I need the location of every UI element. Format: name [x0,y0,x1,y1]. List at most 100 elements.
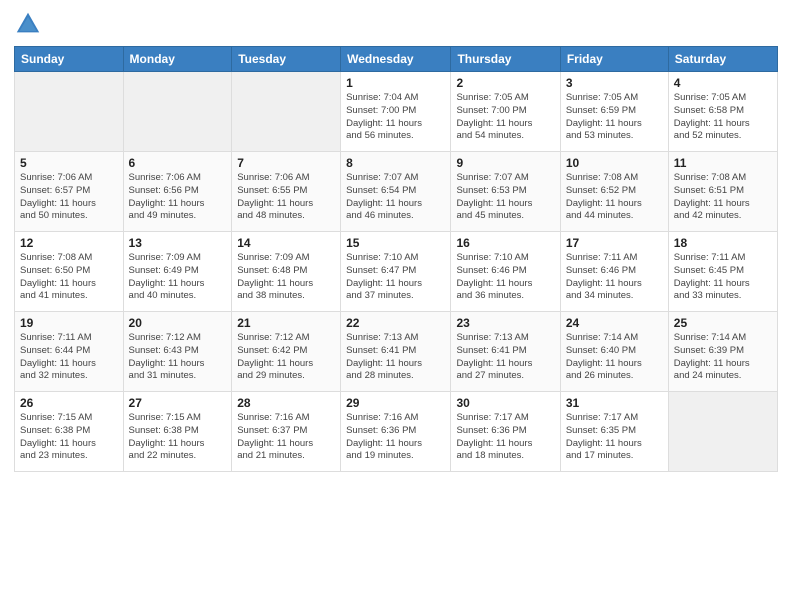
calendar-day-5: 5 Sunrise: 7:06 AMSunset: 6:57 PMDaylight… [15,152,124,232]
calendar-day-9: 9 Sunrise: 7:07 AMSunset: 6:53 PMDaylight… [451,152,560,232]
column-header-friday: Friday [560,47,668,72]
calendar-day-15: 15 Sunrise: 7:10 AMSunset: 6:47 PMDayligh… [341,232,451,312]
day-info: Sunrise: 7:09 AMSunset: 6:48 PMDaylight:… [237,252,335,303]
day-info: Sunrise: 7:08 AMSunset: 6:50 PMDaylight:… [20,252,118,303]
day-info: Sunrise: 7:06 AMSunset: 6:55 PMDaylight:… [237,172,335,223]
calendar-day-24: 24 Sunrise: 7:14 AMSunset: 6:40 PMDayligh… [560,312,668,392]
header-row [14,10,778,38]
calendar-day-26: 26 Sunrise: 7:15 AMSunset: 6:38 PMDayligh… [15,392,124,472]
day-number: 10 [566,156,663,170]
calendar-week-3: 19 Sunrise: 7:11 AMSunset: 6:44 PMDayligh… [15,312,778,392]
day-number: 30 [456,396,554,410]
calendar-day-17: 17 Sunrise: 7:11 AMSunset: 6:46 PMDayligh… [560,232,668,312]
column-header-saturday: Saturday [668,47,777,72]
day-info: Sunrise: 7:11 AMSunset: 6:45 PMDaylight:… [674,252,772,303]
calendar-week-2: 12Sunrise: 7:08 AMSunset: 6:50 PMDayligh… [15,232,778,312]
calendar-day-2: 2 Sunrise: 7:05 AMSunset: 7:00 PMDaylight… [451,72,560,152]
calendar-day-1: 1 Sunrise: 7:04 AMSunset: 7:00 PMDaylight… [341,72,451,152]
calendar-day-12: 12Sunrise: 7:08 AMSunset: 6:50 PMDayligh… [15,232,124,312]
day-info: Sunrise: 7:05 AMSunset: 6:59 PMDaylight:… [566,92,663,143]
column-header-monday: Monday [123,47,232,72]
calendar-day-8: 8 Sunrise: 7:07 AMSunset: 6:54 PMDaylight… [341,152,451,232]
day-info: Sunrise: 7:07 AMSunset: 6:54 PMDaylight:… [346,172,445,223]
day-info: Sunrise: 7:12 AMSunset: 6:42 PMDaylight:… [237,332,335,383]
day-info: Sunrise: 7:10 AMSunset: 6:47 PMDaylight:… [346,252,445,303]
day-info: Sunrise: 7:15 AMSunset: 6:38 PMDaylight:… [20,412,118,463]
day-number: 20 [129,316,227,330]
calendar-day-25: 25 Sunrise: 7:14 AMSunset: 6:39 PMDayligh… [668,312,777,392]
column-header-wednesday: Wednesday [341,47,451,72]
day-info: Sunrise: 7:05 AMSunset: 7:00 PMDaylight:… [456,92,554,143]
day-number: 22 [346,316,445,330]
calendar-week-1: 5 Sunrise: 7:06 AMSunset: 6:57 PMDaylight… [15,152,778,232]
day-number: 3 [566,76,663,90]
day-info: Sunrise: 7:06 AMSunset: 6:56 PMDaylight:… [129,172,227,223]
day-number: 5 [20,156,118,170]
calendar-empty-cell [15,72,124,152]
day-number: 9 [456,156,554,170]
calendar-day-10: 10 Sunrise: 7:08 AMSunset: 6:52 PMDayligh… [560,152,668,232]
calendar-empty-cell [232,72,341,152]
day-number: 18 [674,236,772,250]
day-number: 21 [237,316,335,330]
calendar-day-21: 21 Sunrise: 7:12 AMSunset: 6:42 PMDayligh… [232,312,341,392]
day-info: Sunrise: 7:11 AMSunset: 6:44 PMDaylight:… [20,332,118,383]
day-number: 2 [456,76,554,90]
day-info: Sunrise: 7:07 AMSunset: 6:53 PMDaylight:… [456,172,554,223]
calendar-day-22: 22 Sunrise: 7:13 AMSunset: 6:41 PMDayligh… [341,312,451,392]
day-info: Sunrise: 7:11 AMSunset: 6:46 PMDaylight:… [566,252,663,303]
day-number: 4 [674,76,772,90]
day-info: Sunrise: 7:08 AMSunset: 6:52 PMDaylight:… [566,172,663,223]
day-info: Sunrise: 7:14 AMSunset: 6:40 PMDaylight:… [566,332,663,383]
day-info: Sunrise: 7:13 AMSunset: 6:41 PMDaylight:… [346,332,445,383]
day-number: 15 [346,236,445,250]
day-number: 27 [129,396,227,410]
day-number: 14 [237,236,335,250]
day-number: 11 [674,156,772,170]
day-info: Sunrise: 7:08 AMSunset: 6:51 PMDaylight:… [674,172,772,223]
day-number: 24 [566,316,663,330]
day-info: Sunrise: 7:13 AMSunset: 6:41 PMDaylight:… [456,332,554,383]
calendar-day-7: 7Sunrise: 7:06 AMSunset: 6:55 PMDaylight… [232,152,341,232]
day-info: Sunrise: 7:06 AMSunset: 6:57 PMDaylight:… [20,172,118,223]
day-info: Sunrise: 7:04 AMSunset: 7:00 PMDaylight:… [346,92,445,143]
calendar-empty-cell [123,72,232,152]
day-info: Sunrise: 7:10 AMSunset: 6:46 PMDaylight:… [456,252,554,303]
day-info: Sunrise: 7:14 AMSunset: 6:39 PMDaylight:… [674,332,772,383]
calendar-day-27: 27 Sunrise: 7:15 AMSunset: 6:38 PMDayligh… [123,392,232,472]
day-number: 26 [20,396,118,410]
day-number: 29 [346,396,445,410]
calendar-day-19: 19 Sunrise: 7:11 AMSunset: 6:44 PMDayligh… [15,312,124,392]
page-container: SundayMondayTuesdayWednesdayThursdayFrid… [0,0,792,482]
day-info: Sunrise: 7:09 AMSunset: 6:49 PMDaylight:… [129,252,227,303]
calendar-day-3: 3 Sunrise: 7:05 AMSunset: 6:59 PMDaylight… [560,72,668,152]
calendar-week-4: 26 Sunrise: 7:15 AMSunset: 6:38 PMDayligh… [15,392,778,472]
day-number: 17 [566,236,663,250]
day-info: Sunrise: 7:16 AMSunset: 6:36 PMDaylight:… [346,412,445,463]
day-number: 31 [566,396,663,410]
calendar-day-4: 4Sunrise: 7:05 AMSunset: 6:58 PMDaylight… [668,72,777,152]
day-number: 25 [674,316,772,330]
calendar-table: SundayMondayTuesdayWednesdayThursdayFrid… [14,46,778,472]
day-number: 8 [346,156,445,170]
day-info: Sunrise: 7:12 AMSunset: 6:43 PMDaylight:… [129,332,227,383]
calendar-day-28: 28Sunrise: 7:16 AMSunset: 6:37 PMDayligh… [232,392,341,472]
day-number: 6 [129,156,227,170]
column-header-tuesday: Tuesday [232,47,341,72]
calendar-day-16: 16Sunrise: 7:10 AMSunset: 6:46 PMDayligh… [451,232,560,312]
calendar-header-row: SundayMondayTuesdayWednesdayThursdayFrid… [15,47,778,72]
calendar-day-23: 23Sunrise: 7:13 AMSunset: 6:41 PMDayligh… [451,312,560,392]
calendar-day-18: 18 Sunrise: 7:11 AMSunset: 6:45 PMDayligh… [668,232,777,312]
column-header-thursday: Thursday [451,47,560,72]
day-info: Sunrise: 7:15 AMSunset: 6:38 PMDaylight:… [129,412,227,463]
calendar-day-30: 30Sunrise: 7:17 AMSunset: 6:36 PMDayligh… [451,392,560,472]
day-number: 1 [346,76,445,90]
calendar-day-20: 20 Sunrise: 7:12 AMSunset: 6:43 PMDayligh… [123,312,232,392]
logo [14,10,46,38]
day-info: Sunrise: 7:17 AMSunset: 6:35 PMDaylight:… [566,412,663,463]
logo-icon [14,10,42,38]
column-header-sunday: Sunday [15,47,124,72]
day-number: 28 [237,396,335,410]
day-number: 19 [20,316,118,330]
day-number: 13 [129,236,227,250]
